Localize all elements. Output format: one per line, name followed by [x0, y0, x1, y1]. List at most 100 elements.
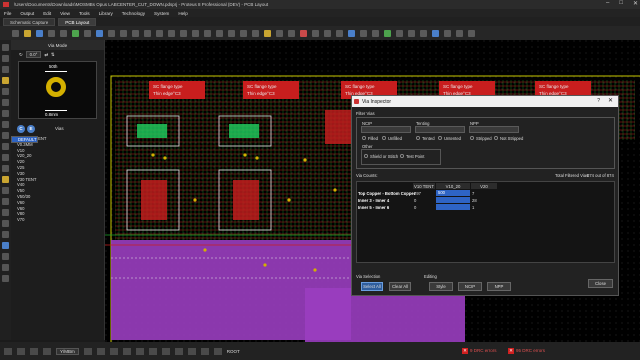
- menu-library[interactable]: Library: [99, 11, 113, 16]
- column-header[interactable]: V10_20: [436, 183, 470, 189]
- origin-icon[interactable]: [132, 29, 139, 37]
- table-cell[interactable]: 0: [414, 205, 416, 210]
- layer-icon[interactable]: [83, 347, 92, 355]
- print-icon[interactable]: [84, 29, 91, 37]
- export-icon[interactable]: [60, 29, 67, 37]
- list-item[interactable]: DEFAULT: [11, 136, 38, 143]
- box-icon[interactable]: [2, 198, 9, 205]
- table-cell[interactable]: 500: [436, 190, 470, 196]
- untented-radio[interactable]: [438, 136, 442, 140]
- zone-mode-icon[interactable]: [2, 99, 9, 106]
- table-cell[interactable]: [436, 197, 470, 203]
- filled-radio[interactable]: [362, 136, 366, 140]
- select-all-button[interactable]: Select All: [361, 282, 383, 291]
- block-move-icon[interactable]: [276, 29, 283, 37]
- npp-button[interactable]: NPP: [487, 282, 511, 291]
- make-package-icon[interactable]: [324, 29, 331, 37]
- zoom-select[interactable]: Y/MBm: [56, 347, 79, 355]
- minimize-icon[interactable]: –: [606, 0, 609, 7]
- zoom-in-icon[interactable]: [156, 29, 163, 37]
- round-pad-icon[interactable]: [2, 132, 9, 139]
- close-icon[interactable]: ✕: [608, 97, 613, 104]
- layer-stack-icon[interactable]: [408, 29, 415, 37]
- style-button[interactable]: Style: [429, 282, 453, 291]
- menu-file[interactable]: File: [4, 11, 11, 16]
- zoom-all-icon[interactable]: [180, 29, 187, 37]
- settings-icon[interactable]: [468, 29, 475, 37]
- ratsnest-mode-icon[interactable]: [2, 110, 9, 117]
- pick-button[interactable]: C: [17, 124, 25, 133]
- layer-down-icon[interactable]: [109, 347, 118, 355]
- table-cell[interactable]: 28: [472, 198, 477, 203]
- ncip-filter-select[interactable]: [361, 126, 411, 133]
- component-mode-icon[interactable]: [2, 55, 9, 62]
- paste-icon[interactable]: [252, 29, 259, 37]
- autoroute-icon[interactable]: [348, 29, 355, 37]
- package-mode-icon[interactable]: [2, 66, 9, 73]
- menu-view[interactable]: View: [60, 11, 70, 16]
- menu-system[interactable]: System: [154, 11, 169, 16]
- table-cell[interactable]: 7: [472, 191, 474, 196]
- snap-icon[interactable]: [187, 347, 196, 355]
- grid-icon[interactable]: [120, 29, 127, 37]
- flip-board-icon[interactable]: [174, 347, 183, 355]
- menu-tools[interactable]: Tools: [79, 11, 90, 16]
- highlight-icon[interactable]: [135, 347, 144, 355]
- play-icon[interactable]: [4, 347, 12, 355]
- track-mode-icon[interactable]: [2, 77, 9, 84]
- block-copy-icon[interactable]: [264, 29, 271, 37]
- copy-icon[interactable]: [240, 29, 247, 37]
- undo-icon[interactable]: [204, 29, 211, 37]
- square-pad-icon[interactable]: [2, 143, 9, 150]
- column-header[interactable]: V20: [471, 183, 497, 189]
- table-cell[interactable]: 297: [414, 191, 421, 196]
- text-icon[interactable]: [2, 242, 9, 249]
- table-cell[interactable]: 1: [472, 205, 474, 210]
- pick-parts-icon[interactable]: [312, 29, 319, 37]
- block-rotate-icon[interactable]: [288, 29, 295, 37]
- table-cell[interactable]: [436, 204, 470, 210]
- cut-icon[interactable]: [228, 29, 235, 37]
- tented-radio[interactable]: [416, 136, 420, 140]
- drc-error-count[interactable]: 95 DRC errors: [516, 348, 545, 353]
- menu-edit[interactable]: Edit: [43, 11, 51, 16]
- library-button[interactable]: E: [27, 124, 35, 133]
- drc-toggle-icon[interactable]: [213, 347, 222, 355]
- circle-icon[interactable]: [2, 209, 9, 216]
- dimension-icon[interactable]: [2, 275, 9, 282]
- bom-icon[interactable]: [456, 29, 463, 37]
- drc-icon[interactable]: [384, 29, 391, 37]
- arc-icon[interactable]: [2, 220, 9, 227]
- clear-all-button[interactable]: Clear All: [389, 282, 411, 291]
- search-icon[interactable]: [360, 29, 367, 37]
- maximize-icon[interactable]: □: [619, 0, 623, 7]
- design-rules-icon[interactable]: [420, 29, 427, 37]
- table-cell[interactable]: 0: [414, 198, 416, 203]
- menu-output[interactable]: Output: [20, 11, 34, 16]
- line-icon[interactable]: [2, 187, 9, 194]
- smt-pad-icon[interactable]: [2, 176, 9, 183]
- test-point-radio[interactable]: [400, 154, 404, 158]
- edge-pad-icon[interactable]: [2, 165, 9, 172]
- open-folder-icon[interactable]: [24, 29, 31, 37]
- step-icon[interactable]: [17, 347, 25, 355]
- decompose-icon[interactable]: [336, 29, 343, 37]
- shield-stitch-radio[interactable]: [364, 154, 368, 158]
- net-icon[interactable]: [148, 347, 157, 355]
- marker-icon[interactable]: [2, 264, 9, 271]
- layer-toggle-icon[interactable]: [122, 347, 131, 355]
- route-icon[interactable]: [161, 347, 170, 355]
- zoom-out-icon[interactable]: [168, 29, 175, 37]
- power-plane-icon[interactable]: [396, 29, 403, 37]
- mirror-icon[interactable]: ⇄: [44, 52, 48, 58]
- selection-mode-icon[interactable]: [2, 44, 9, 51]
- 3d-view-icon[interactable]: [432, 29, 439, 37]
- save-icon[interactable]: [36, 29, 43, 37]
- import-icon[interactable]: [48, 29, 55, 37]
- area-icon[interactable]: [96, 29, 103, 37]
- flip-icon[interactable]: ⇅: [51, 52, 55, 58]
- menu-help[interactable]: Help: [178, 11, 187, 16]
- via-mode-icon[interactable]: [2, 88, 9, 95]
- not-stripped-radio[interactable]: [494, 136, 498, 140]
- rotation-field[interactable]: 0.0°: [25, 51, 42, 58]
